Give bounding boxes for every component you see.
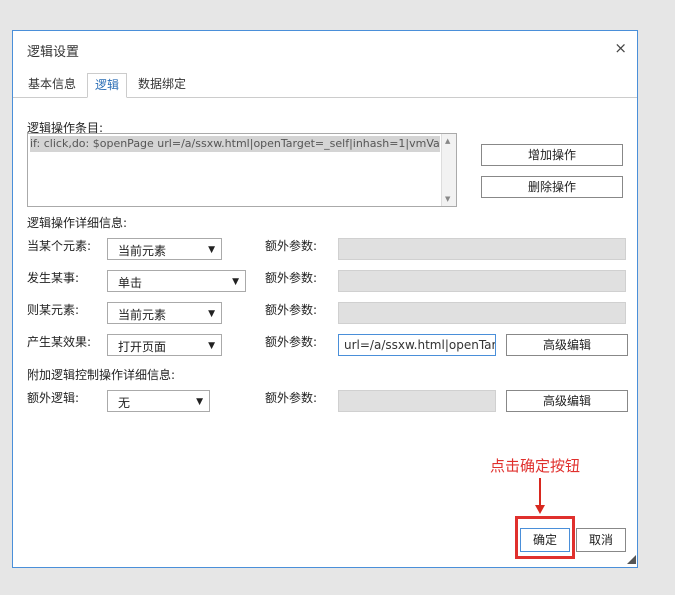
- tab-logic[interactable]: 逻辑: [87, 73, 128, 98]
- param-label-4: 额外参数:: [265, 335, 318, 349]
- chevron-down-icon: ▼: [208, 245, 215, 255]
- param-label-2: 额外参数:: [265, 271, 318, 285]
- resize-grip-icon[interactable]: [627, 555, 636, 564]
- extra-logic-select[interactable]: 无 ▼: [107, 390, 210, 412]
- extra-section-label: 附加逻辑控制操作详细信息:: [27, 368, 176, 382]
- advanced-edit-button-effect[interactable]: 高级编辑: [506, 334, 628, 356]
- annotation-highlight-box: [515, 516, 575, 559]
- param-label-3: 额外参数:: [265, 303, 318, 317]
- details-section-label: 逻辑操作详细信息:: [27, 216, 128, 230]
- extra-param-label: 额外参数:: [265, 391, 318, 405]
- logic-items-list[interactable]: if: click,do: $openPage url=/a/ssxw.html…: [27, 133, 457, 207]
- chevron-down-icon: ▼: [208, 341, 215, 351]
- target-element-select[interactable]: 当前元素 ▼: [107, 302, 222, 324]
- event-select-value: 单击: [118, 276, 143, 290]
- cancel-button[interactable]: 取消: [576, 528, 626, 552]
- param-field-1: [338, 238, 626, 260]
- element-select[interactable]: 当前元素 ▼: [107, 238, 222, 260]
- extra-logic-label: 额外逻辑:: [27, 391, 80, 405]
- add-operation-button[interactable]: 增加操作: [481, 144, 623, 166]
- tab-data-binding[interactable]: 数据绑定: [131, 73, 193, 96]
- list-scrollbar[interactable]: ▲ ▼: [441, 134, 456, 206]
- dialog-title: 逻辑设置: [27, 45, 80, 60]
- param-field-3: [338, 302, 626, 324]
- target-element-label: 则某元素:: [27, 303, 80, 317]
- element-select-value: 当前元素: [118, 244, 167, 258]
- effect-label: 产生某效果:: [27, 335, 92, 349]
- param-label-1: 额外参数:: [265, 239, 318, 253]
- extra-logic-select-value: 无: [118, 396, 131, 410]
- annotation-arrow: [539, 478, 541, 508]
- tab-basic-info[interactable]: 基本信息: [21, 73, 83, 96]
- logic-settings-dialog: 逻辑设置 × 基本信息 逻辑 数据绑定 逻辑操作条目: if: click,do…: [12, 30, 638, 568]
- list-item[interactable]: if: click,do: $openPage url=/a/ssxw.html…: [30, 136, 440, 152]
- scroll-down-icon[interactable]: ▼: [445, 195, 450, 203]
- arrow-down-icon: [535, 505, 545, 514]
- delete-operation-button[interactable]: 删除操作: [481, 176, 623, 198]
- chevron-down-icon: ▼: [232, 277, 239, 287]
- event-label: 发生某事:: [27, 271, 80, 285]
- target-element-select-value: 当前元素: [118, 308, 167, 322]
- scroll-up-icon[interactable]: ▲: [445, 137, 450, 145]
- effect-param-input[interactable]: url=/a/ssxw.html|openTarget=_self: [338, 334, 496, 356]
- extra-param-field: [338, 390, 496, 412]
- effect-select[interactable]: 打开页面 ▼: [107, 334, 222, 356]
- chevron-down-icon: ▼: [208, 309, 215, 319]
- annotation-text: 点击确定按钮: [490, 457, 581, 475]
- advanced-edit-button-extra[interactable]: 高级编辑: [506, 390, 628, 412]
- param-field-2: [338, 270, 626, 292]
- element-label: 当某个元素:: [27, 239, 92, 253]
- chevron-down-icon: ▼: [196, 397, 203, 407]
- close-icon[interactable]: ×: [614, 40, 627, 56]
- event-select[interactable]: 单击 ▼: [107, 270, 246, 292]
- tab-bar: 基本信息 逻辑 数据绑定: [13, 73, 637, 98]
- effect-select-value: 打开页面: [118, 340, 167, 354]
